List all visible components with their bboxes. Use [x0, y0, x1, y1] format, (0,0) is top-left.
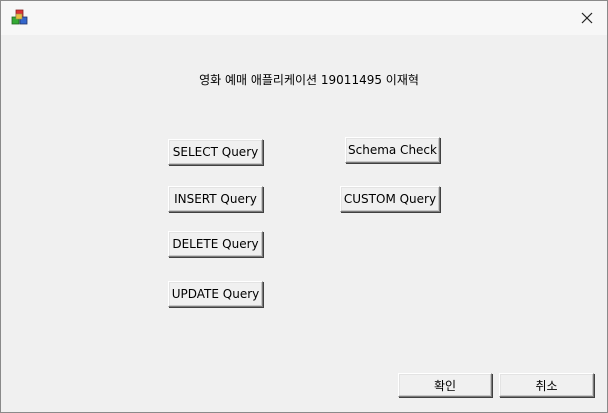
app-heading: 영화 예매 애플리케이션 19011495 이재혁 [199, 73, 419, 87]
insert-query-button[interactable]: INSERT Query [168, 186, 263, 212]
schema-check-button[interactable]: Schema Check [345, 137, 440, 163]
title-bar[interactable] [1, 1, 607, 35]
app-icon [11, 9, 29, 27]
delete-query-button[interactable]: DELETE Query [168, 231, 263, 257]
close-icon [581, 9, 593, 28]
dialog-window: 영화 예매 애플리케이션 19011495 이재혁 SELECT Query I… [0, 0, 608, 413]
close-button[interactable] [567, 1, 607, 35]
custom-query-button[interactable]: CUSTOM Query [340, 186, 440, 212]
cancel-button[interactable]: 취소 [499, 373, 594, 397]
ok-button[interactable]: 확인 [398, 373, 492, 397]
update-query-button[interactable]: UPDATE Query [168, 281, 263, 307]
select-query-button[interactable]: SELECT Query [168, 139, 263, 165]
